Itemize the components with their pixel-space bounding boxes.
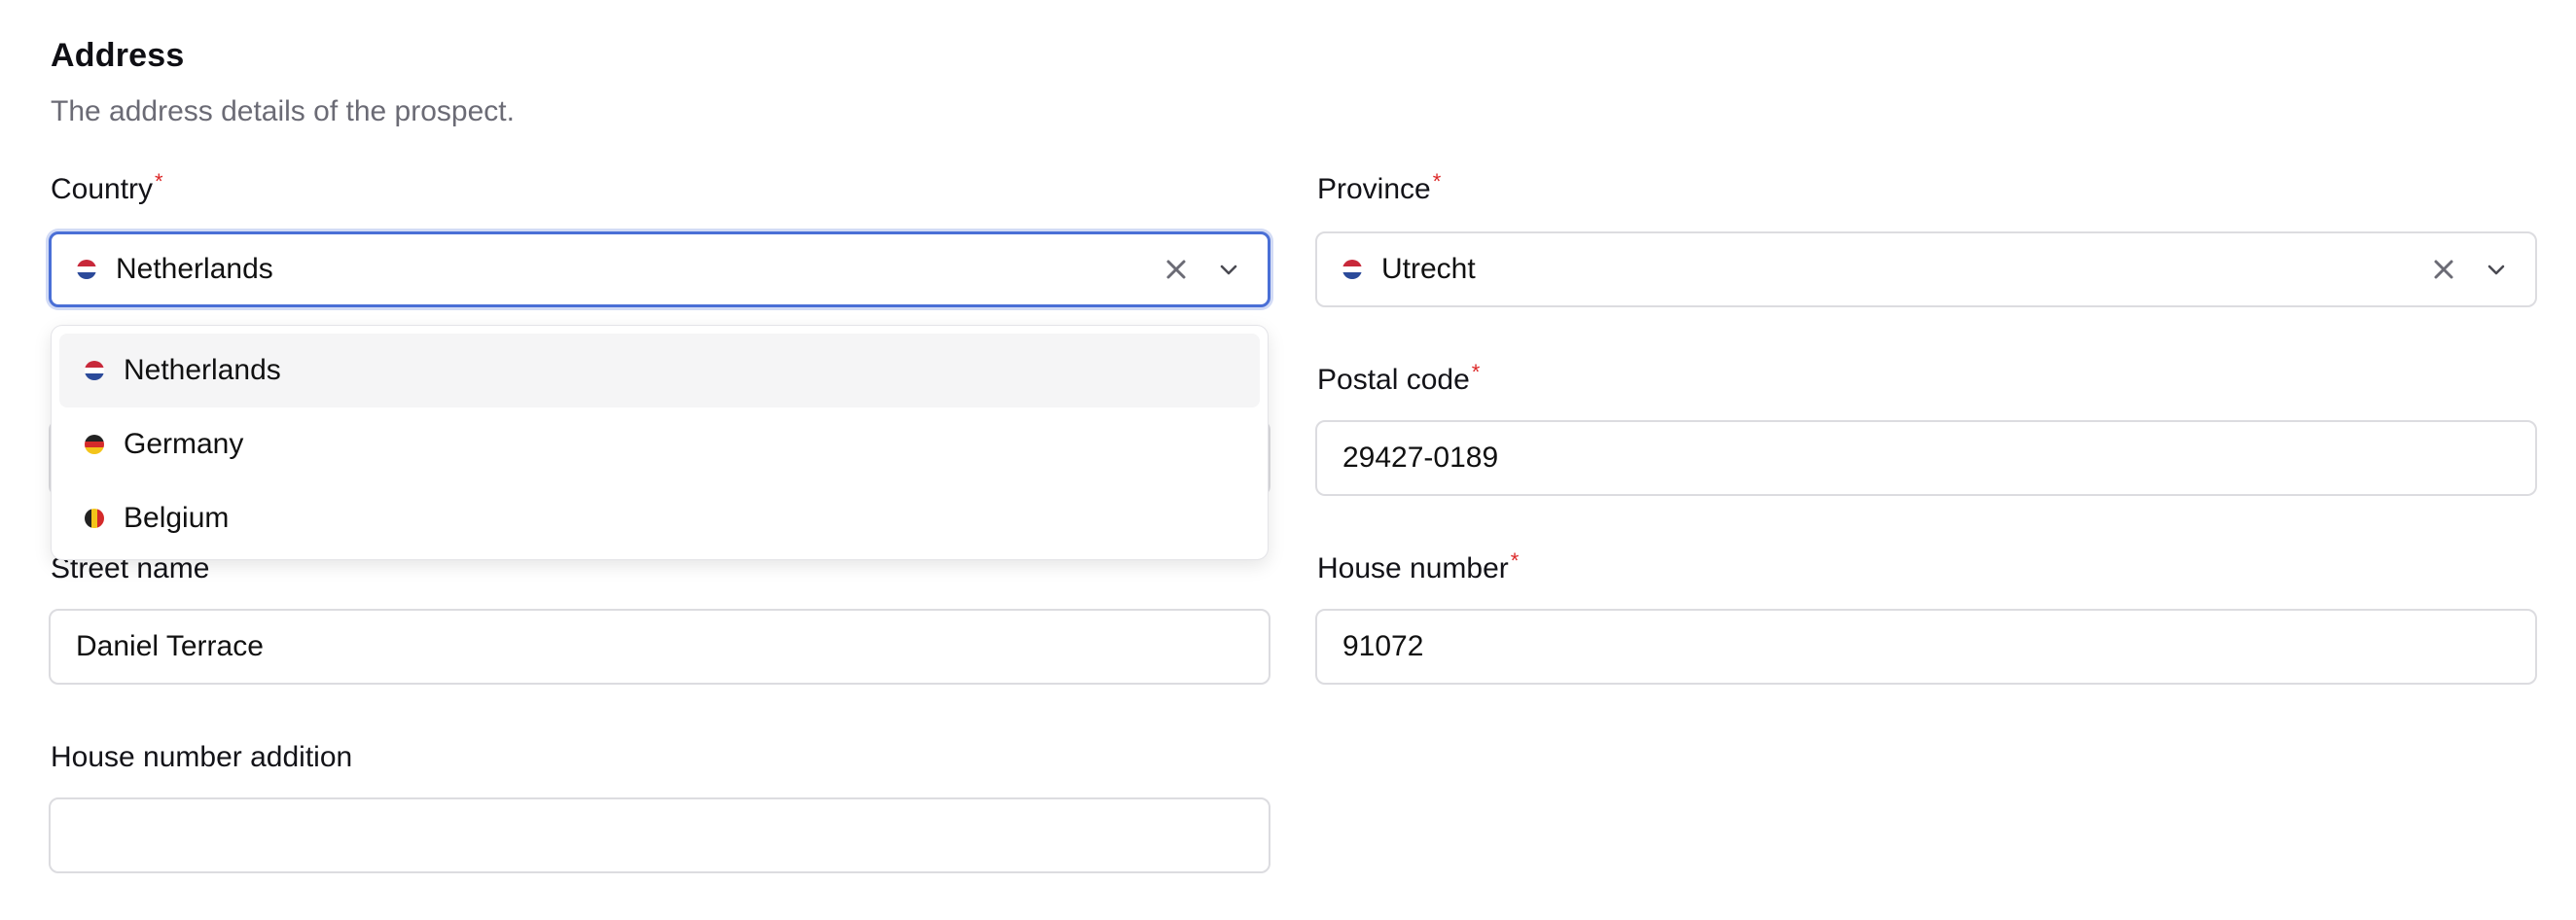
dropdown-option-label: Belgium <box>124 502 230 534</box>
postal-code-label: Postal code* <box>1317 360 1480 397</box>
chevron-down-icon[interactable] <box>1211 252 1246 287</box>
country-select[interactable]: Netherlands <box>49 231 1270 307</box>
province-label: Province* <box>1317 169 1441 206</box>
required-indicator: * <box>1432 169 1442 194</box>
country-select-value: Netherlands <box>116 253 273 285</box>
netherlands-flag-icon <box>85 361 104 380</box>
dropdown-option-netherlands[interactable]: Netherlands <box>59 334 1260 407</box>
house-number-addition-label-text: House number addition <box>51 741 353 773</box>
section-title: Address <box>51 37 185 74</box>
dropdown-option-label: Germany <box>124 428 244 460</box>
postal-code-input[interactable]: 29427-0189 <box>1315 420 2537 496</box>
country-dropdown-menu: Netherlands Germany Belgium <box>51 325 1269 560</box>
dropdown-option-belgium[interactable]: Belgium <box>59 481 1260 555</box>
house-number-input[interactable]: 91072 <box>1315 609 2537 685</box>
province-select-value: Utrecht <box>1381 253 1476 285</box>
chevron-down-icon[interactable] <box>2479 252 2514 287</box>
house-number-value: 91072 <box>1342 630 1424 662</box>
house-number-addition-input[interactable] <box>49 797 1270 873</box>
section-description: The address details of the prospect. <box>51 95 515 127</box>
dropdown-option-label: Netherlands <box>124 354 281 386</box>
germany-flag-icon <box>85 435 104 454</box>
required-indicator: * <box>155 169 163 194</box>
clear-icon[interactable] <box>1159 252 1194 287</box>
house-number-label: House number* <box>1317 548 1519 585</box>
required-indicator: * <box>1471 360 1481 384</box>
postal-code-value: 29427-0189 <box>1342 442 1499 474</box>
province-label-text: Province <box>1317 173 1431 205</box>
country-label-text: Country <box>51 173 154 205</box>
netherlands-flag-icon <box>1342 260 1362 279</box>
clear-icon[interactable] <box>2426 252 2461 287</box>
house-number-addition-label: House number addition <box>51 741 352 774</box>
country-label: Country* <box>51 169 163 206</box>
house-number-label-text: House number <box>1317 552 1509 584</box>
belgium-flag-icon <box>85 509 104 528</box>
dropdown-option-germany[interactable]: Germany <box>59 407 1260 481</box>
postal-code-label-text: Postal code <box>1317 364 1470 396</box>
street-name-input[interactable]: Daniel Terrace <box>49 609 1270 685</box>
netherlands-flag-icon <box>77 260 96 279</box>
province-select[interactable]: Utrecht <box>1315 231 2537 307</box>
street-name-value: Daniel Terrace <box>76 630 264 662</box>
required-indicator: * <box>1510 548 1520 573</box>
